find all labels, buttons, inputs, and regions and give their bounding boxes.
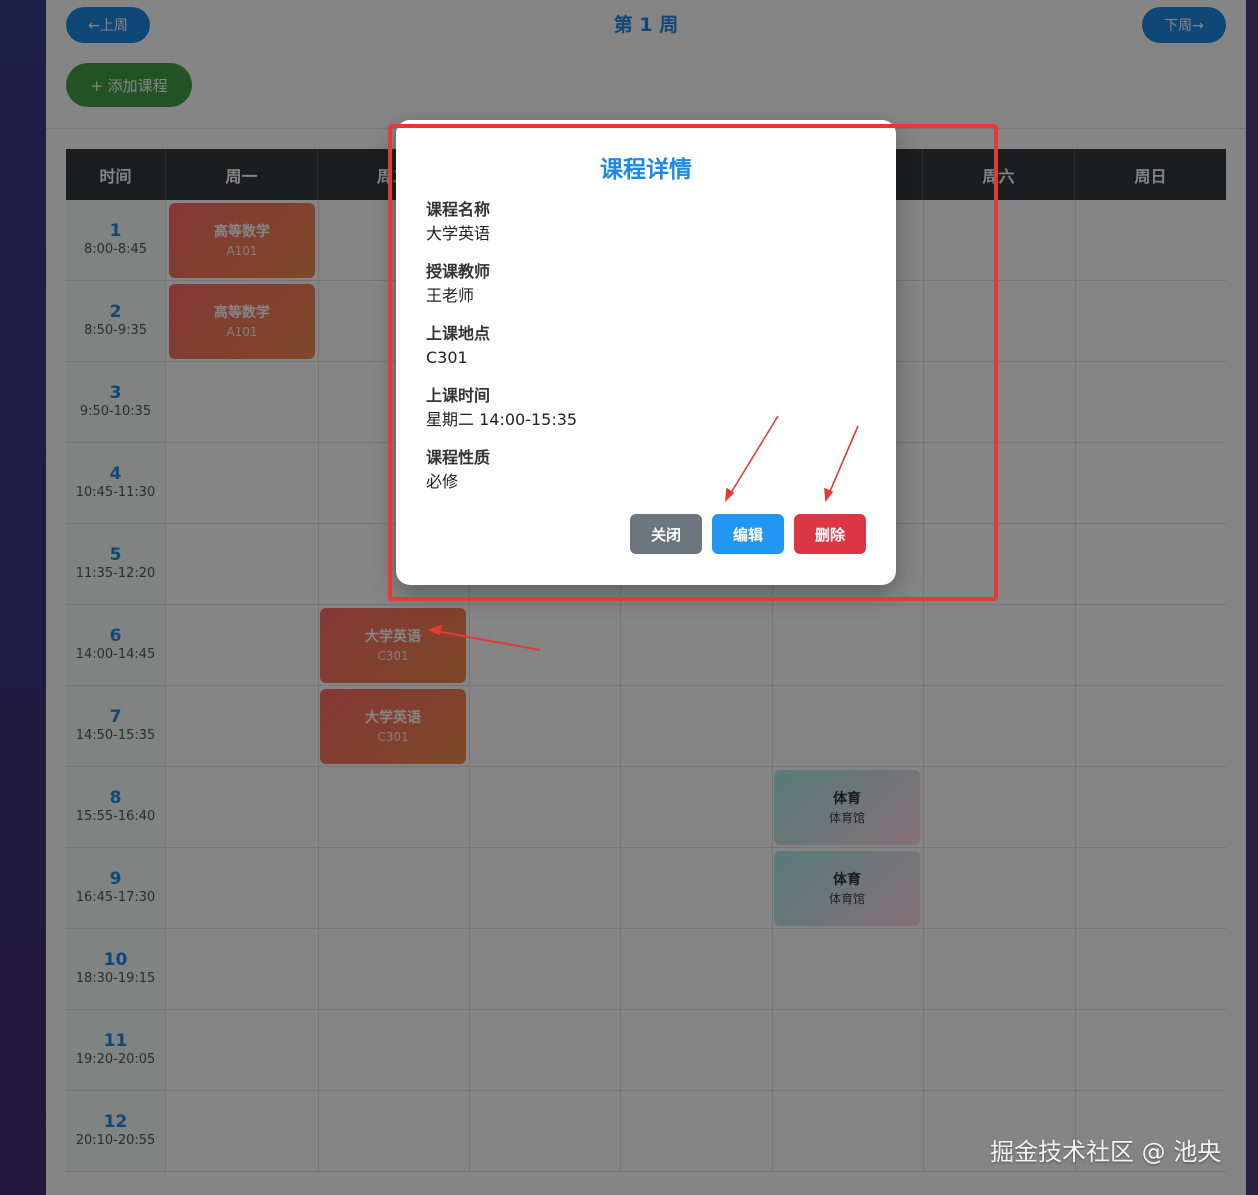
arrow-to-edit-icon <box>725 415 779 503</box>
arrow-to-delete-icon <box>824 425 859 503</box>
arrow-to-course-icon <box>427 624 541 651</box>
watermark: 掘金技术社区 @ 池央 <box>990 1138 1222 1166</box>
annotation-arrows <box>427 415 859 651</box>
